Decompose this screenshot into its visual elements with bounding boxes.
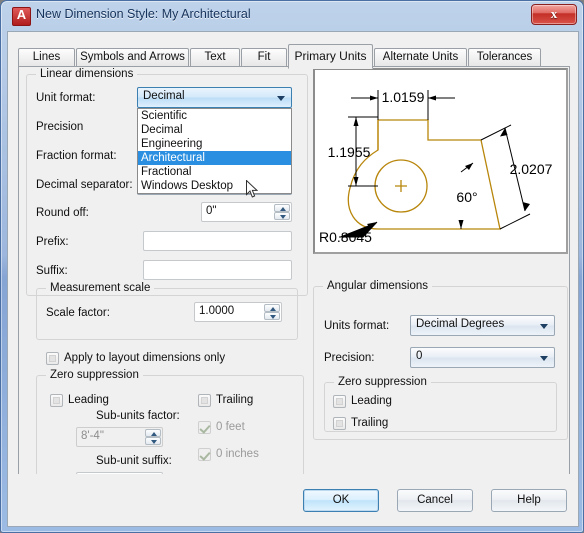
angular-precision-value: 0 [416, 350, 423, 362]
chevron-down-icon [540, 324, 548, 329]
measurement-scale-group-label: Measurement scale [46, 282, 155, 294]
round-off-decrement[interactable] [274, 212, 290, 220]
angular-units-format-value: Decimal Degrees [416, 318, 505, 330]
zero-suppression-trailing-checkbox[interactable] [198, 394, 211, 407]
angular-units-format-combo[interactable]: Decimal Degrees [410, 315, 555, 336]
precision-label: Precision [36, 121, 84, 133]
scale-factor-increment[interactable] [264, 304, 280, 312]
dropdown-option-engineering[interactable]: Engineering [138, 137, 291, 151]
angular-zero-suppression-trailing-checkbox[interactable] [333, 417, 346, 430]
zero-suppression-trailing-label: Trailing [216, 394, 254, 406]
zero-suppression-leading-label: Leading [68, 394, 109, 406]
close-icon: x [550, 6, 558, 21]
tab-lines[interactable]: Lines [18, 48, 75, 67]
unit-format-value: Decimal [143, 90, 185, 102]
dropdown-option-windows-desktop[interactable]: Windows Desktop [138, 179, 291, 193]
tab-tolerances[interactable]: Tolerances [468, 48, 541, 67]
close-button[interactable]: x [531, 4, 577, 25]
preview-dim-radius: R0.8045 [319, 229, 372, 245]
unit-format-label: Unit format: [36, 92, 96, 104]
angular-precision-label: Precision: [324, 352, 375, 364]
round-off-spinner[interactable]: 0" [201, 202, 292, 222]
dropdown-option-architectural[interactable]: Architectural [138, 151, 291, 165]
preview-dim-left: 1.1955 [328, 144, 371, 160]
sub-unit-suffix-label: Sub-unit suffix: [96, 455, 172, 467]
apply-to-layout-dimensions-label: Apply to layout dimensions only [64, 352, 226, 364]
zero-feet-label: 0 feet [216, 421, 245, 433]
linear-dimensions-group-label: Linear dimensions [36, 68, 138, 80]
angular-zero-suppression-trailing-label: Trailing [351, 417, 389, 429]
cancel-button[interactable]: Cancel [397, 489, 473, 512]
scale-factor-label: Scale factor: [46, 307, 110, 319]
zero-suppression-leading-checkbox[interactable] [50, 394, 63, 407]
zero-feet-checkbox[interactable] [198, 421, 211, 434]
preview-drawing: 1.0159 1.1955 2.0207 60° R0.8045 [319, 89, 553, 245]
zero-suppression-angular-group-label: Zero suppression [334, 376, 431, 388]
unit-format-combo[interactable]: Decimal [137, 87, 292, 108]
preview-dim-top: 1.0159 [382, 89, 425, 105]
help-button[interactable]: Help [491, 489, 567, 512]
angular-dimensions-group-label: Angular dimensions [323, 280, 433, 292]
decimal-separator-label: Decimal separator: [36, 179, 133, 191]
tab-primary-units[interactable]: Primary Units [288, 44, 373, 69]
scale-factor-decrement[interactable] [264, 312, 280, 320]
tab-text[interactable]: Text [190, 48, 240, 67]
suffix-label: Suffix: [36, 265, 68, 277]
suffix-input[interactable] [143, 260, 292, 280]
scale-factor-value: 1.0000 [199, 305, 235, 317]
sub-units-factor-label: Sub-units factor: [96, 410, 180, 422]
dimension-style-preview: 1.0159 1.1955 2.0207 60° R0.8045 [313, 68, 568, 254]
round-off-label: Round off: [36, 207, 89, 219]
prefix-label: Prefix: [36, 236, 69, 248]
dimension-style-dialog: New Dimension Style: My Architectural x … [0, 0, 584, 533]
angular-precision-combo[interactable]: 0 [410, 347, 555, 368]
tab-alternate-units[interactable]: Alternate Units [374, 48, 467, 67]
preview-dim-aligned: 2.0207 [510, 161, 553, 177]
zero-suppression-linear-group-label: Zero suppression [46, 369, 143, 381]
chevron-down-icon [540, 356, 548, 361]
round-off-value: 0" [206, 205, 217, 217]
sub-units-factor-decrement[interactable] [145, 437, 161, 445]
dropdown-option-decimal[interactable]: Decimal [138, 123, 291, 137]
dialog-footer: OK Cancel Help [7, 474, 579, 527]
ok-button[interactable]: OK [303, 489, 379, 512]
fraction-format-label: Fraction format: [36, 150, 117, 162]
sub-units-factor-spinner[interactable]: 8'-4" [76, 427, 163, 447]
zero-inches-checkbox[interactable] [198, 448, 211, 461]
round-off-increment[interactable] [274, 204, 290, 212]
preview-dim-angle: 60° [456, 189, 477, 205]
chevron-down-icon [277, 96, 285, 101]
tab-strip: Lines Symbols and Arrows Text Fit Primar… [18, 44, 570, 69]
dropdown-option-fractional[interactable]: Fractional [138, 165, 291, 179]
sub-units-factor-increment[interactable] [145, 429, 161, 437]
autocad-a-icon [12, 7, 31, 26]
angular-zero-suppression-leading-label: Leading [351, 395, 392, 407]
prefix-input[interactable] [143, 231, 292, 251]
sub-units-factor-value: 8'-4" [81, 430, 104, 442]
dialog-client-area: Lines Symbols and Arrows Text Fit Primar… [7, 31, 579, 527]
unit-format-dropdown-list[interactable]: Scientific Decimal Engineering Architect… [137, 108, 292, 194]
zero-inches-label: 0 inches [216, 448, 259, 460]
apply-to-layout-dimensions-checkbox[interactable] [46, 352, 59, 365]
window-title: New Dimension Style: My Architectural [36, 7, 251, 21]
title-bar[interactable]: New Dimension Style: My Architectural x [1, 1, 584, 31]
tab-fit[interactable]: Fit [241, 48, 287, 67]
angular-units-format-label: Units format: [324, 320, 390, 332]
tab-symbols-arrows[interactable]: Symbols and Arrows [76, 48, 189, 67]
dropdown-option-scientific[interactable]: Scientific [138, 109, 291, 123]
mouse-cursor-icon [246, 180, 258, 198]
angular-zero-suppression-leading-checkbox[interactable] [333, 395, 346, 408]
scale-factor-spinner[interactable]: 1.0000 [194, 302, 282, 322]
